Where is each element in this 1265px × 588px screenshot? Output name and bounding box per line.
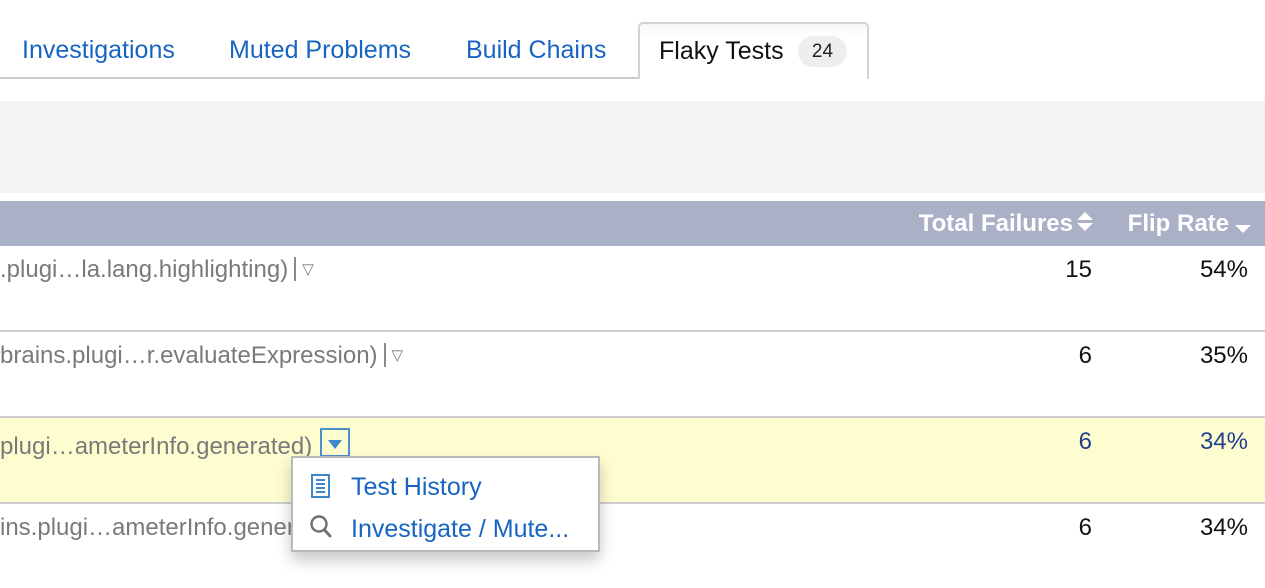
document-icon <box>311 474 330 498</box>
column-header-flip-rate[interactable]: Flip Rate <box>1128 210 1251 238</box>
table-row: .plugi…la.lang.highlighting) ▽ 15 54% <box>0 246 1265 332</box>
sort-updown-icon <box>1077 211 1093 233</box>
menu-item-test-history[interactable]: Test History <box>293 466 598 506</box>
total-failures-value: 6 <box>1078 428 1092 455</box>
flip-rate-value: 34% <box>1199 428 1248 455</box>
table-row-highlighted: plugi…ameterInfo.generated) 6 34% <box>0 418 1265 504</box>
table-row: brains.plugi…r.evaluateExpression) ▽ 6 35… <box>0 332 1265 418</box>
test-actions-menu: Test History Investigate / Mute... <box>291 456 600 552</box>
tab-flaky-tests[interactable]: Flaky Tests 24 <box>638 22 869 79</box>
dropdown-toggle-active[interactable] <box>320 428 351 457</box>
dropdown-triangle-icon[interactable]: ▽ <box>302 260 314 278</box>
tab-muted-problems[interactable]: Muted Problems <box>229 36 411 65</box>
test-name-cell: .plugi…la.lang.highlighting) ▽ <box>0 256 314 284</box>
table-header: Total Failures Flip Rate <box>0 201 1265 246</box>
separator <box>294 257 297 281</box>
tab-investigations[interactable]: Investigations <box>22 36 175 65</box>
menu-item-label: Investigate / Mute... <box>351 515 570 543</box>
tab-flaky-tests-label: Flaky Tests <box>659 37 784 65</box>
total-failures-value: 6 <box>1078 342 1092 369</box>
total-failures-label: Total Failures <box>918 210 1073 237</box>
test-name-cell: brains.plugi…r.evaluateExpression) ▽ <box>0 342 403 370</box>
separator <box>383 343 386 367</box>
dropdown-triangle-icon[interactable]: ▽ <box>392 346 404 364</box>
tab-bar-divider <box>0 77 639 79</box>
flaky-tests-count-badge: 24 <box>798 36 847 67</box>
menu-item-investigate-mute[interactable]: Investigate / Mute... <box>293 508 598 548</box>
flip-rate-value: 34% <box>1199 514 1248 541</box>
test-name[interactable]: .plugi…la.lang.highlighting) <box>0 256 288 283</box>
total-failures-value: 15 <box>1065 256 1092 283</box>
table-row: ins.plugi…ameterInfo.generated) 6 34% <box>0 504 1265 588</box>
menu-item-label: Test History <box>351 473 482 501</box>
filter-panel <box>0 101 1265 193</box>
search-icon <box>310 515 332 538</box>
test-name[interactable]: plugi…ameterInfo.generated) <box>0 433 312 460</box>
flip-rate-label: Flip Rate <box>1127 210 1229 237</box>
flip-rate-value: 54% <box>1199 256 1248 283</box>
column-header-total-failures[interactable]: Total Failures <box>919 210 1093 238</box>
sort-descending-icon <box>1235 223 1251 233</box>
total-failures-value: 6 <box>1078 514 1092 541</box>
flip-rate-value: 35% <box>1199 342 1248 369</box>
test-name[interactable]: brains.plugi…r.evaluateExpression) <box>0 342 378 369</box>
tab-build-chains[interactable]: Build Chains <box>466 36 606 65</box>
tab-bar: Investigations Muted Problems Build Chai… <box>0 0 1265 79</box>
